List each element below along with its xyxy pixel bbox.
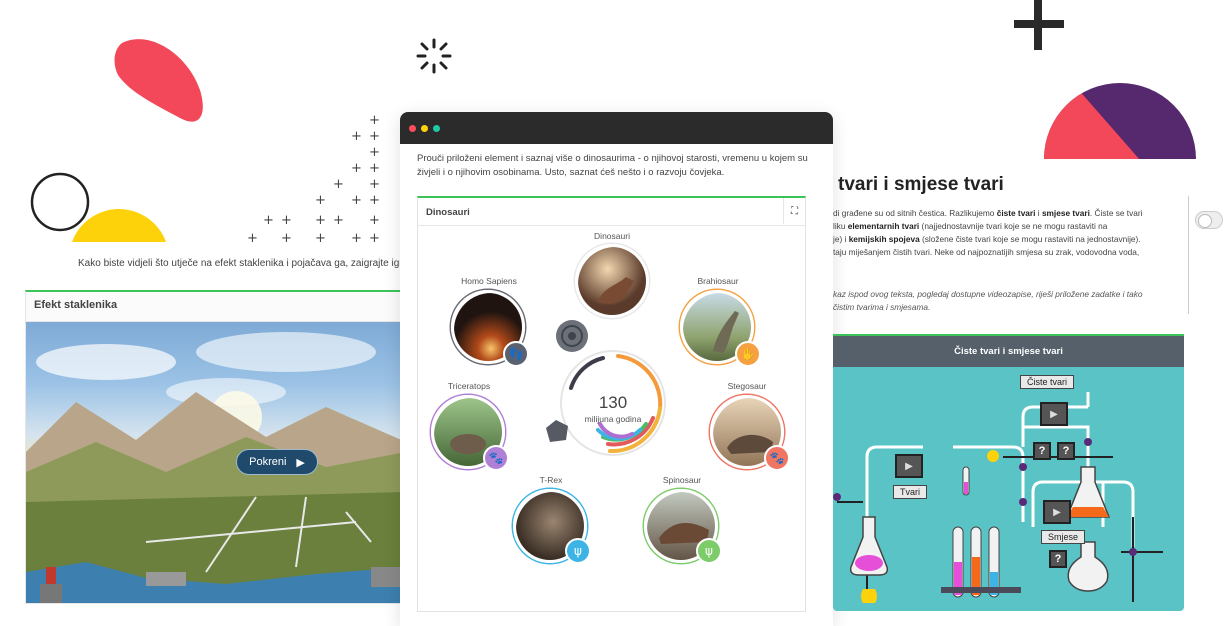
label-brahiosaur: Brahiosaur	[697, 276, 739, 286]
window-titlebar	[400, 112, 833, 144]
section-paragraph: di građene su od sitnih čestica. Razliku…	[833, 207, 1183, 259]
info-toggle[interactable]	[1195, 211, 1223, 229]
text-line: kaz ispod ovog teksta, pogledaj dostupne…	[833, 289, 1143, 299]
timeline-unit: milijuna godina	[584, 414, 642, 424]
section-instructions: kaz ispod ovog teksta, pogledaj dostupne…	[833, 288, 1183, 314]
svg-text:+: +	[333, 213, 344, 228]
dinosaur-card: Dinosauri ⛶ 130 milijuna godina Dinosaur…	[417, 196, 806, 612]
svg-text:+: +	[369, 213, 380, 228]
question-box[interactable]: ?	[1049, 550, 1067, 568]
svg-text:+: +	[247, 231, 258, 246]
paw-print-badge-icon: 🐾	[483, 445, 509, 471]
claw-badge-icon: 🐾	[764, 445, 790, 471]
svg-text:+: +	[315, 231, 326, 246]
dinosaur-intro-text: Prouči priloženi element i saznaj više o…	[417, 153, 808, 178]
svg-text:+: +	[369, 177, 380, 192]
greenhouse-game-scene[interactable]	[26, 322, 404, 603]
svg-text:+: +	[351, 129, 362, 144]
paw-badge-icon: ✋	[735, 341, 761, 367]
greenhouse-card: Efekt staklenika	[25, 290, 405, 604]
svg-text:+: +	[369, 145, 380, 160]
video-ciste-tvari-button[interactable]: ▶	[1040, 402, 1068, 426]
svg-text:+: +	[369, 231, 380, 246]
plus-grid-pattern: + + + + + + + + + + + + + + + + + + + + +	[247, 113, 380, 246]
label-tvari: Tvari	[893, 485, 927, 499]
term-kemijski-spojevi: kemijskih spojeva	[848, 234, 920, 244]
chemistry-title: Čiste tvari i smjese tvari	[833, 334, 1184, 367]
svg-text:+: +	[369, 161, 380, 176]
text-line: čistim tvarima i smjesama.	[833, 302, 931, 312]
text-fragment: (najjednostavnije tvari koje se ne mogu …	[919, 221, 1108, 231]
scroll-divider	[1188, 196, 1189, 314]
svg-text:+: +	[263, 213, 274, 228]
landscape-illustration	[26, 332, 404, 603]
svg-text:+: +	[369, 193, 380, 208]
text-fragment: liku	[833, 221, 848, 231]
svg-text:+: +	[315, 213, 326, 228]
label-smjese: Smjese	[1041, 530, 1086, 544]
fullscreen-icon[interactable]: ⛶	[783, 198, 805, 224]
ammonite-fossil-icon	[556, 320, 588, 352]
svg-text:+: +	[351, 193, 362, 208]
text-fragment: je) i	[833, 234, 849, 244]
svg-text:+: +	[333, 177, 344, 192]
text-fragment: (složene čiste tvari koje se mogu rastav…	[919, 234, 1141, 244]
start-game-button[interactable]: Pokreni ▶	[236, 449, 318, 475]
label-triceratops: Triceratops	[447, 381, 491, 391]
track-badge-icon: ψ	[565, 538, 591, 564]
term-elementarne-tvari: elementarnih tvari	[847, 221, 920, 231]
svg-text:+: +	[351, 231, 362, 246]
left-caption: Kako biste vidjeli što utječe na efekt s…	[78, 258, 424, 269]
question-box[interactable]: ?	[1033, 442, 1051, 460]
svg-text:+: +	[281, 213, 292, 228]
chemistry-interactive: Čiste tvari i smjese tvari ▶ ▶ ▶ Čiste t…	[833, 334, 1184, 611]
sparkle-icon	[416, 38, 452, 74]
dinosauri-photo[interactable]	[575, 244, 649, 318]
label-stegosaur: Stegosaur	[727, 381, 767, 391]
greenhouse-card-title: Efekt staklenika	[26, 292, 404, 322]
lab-apparatus-illustration	[833, 392, 1163, 603]
red-blob-shape	[114, 39, 203, 122]
plus-icon	[1014, 0, 1064, 50]
footprint-badge-icon: 👣	[503, 341, 529, 367]
label-ciste-tvari: Čiste tvari	[1020, 375, 1075, 389]
close-dot-icon[interactable]	[409, 124, 416, 132]
question-box[interactable]: ?	[1057, 442, 1075, 460]
text-line: taju miješanjem čistih tvari. Neke od na…	[833, 247, 1140, 257]
start-game-label: Pokreni	[249, 456, 287, 468]
rock-icon	[546, 420, 568, 442]
minimize-dot-icon[interactable]	[421, 124, 428, 132]
dinosaur-card-title: Dinosauri	[418, 198, 805, 226]
svg-text:+: +	[281, 231, 292, 246]
term-ciste-tvari: čiste tvari	[996, 208, 1036, 218]
term-smjese-tvari: smjese tvari	[1041, 208, 1090, 218]
section-title: tvari i smjese tvari	[838, 174, 1004, 195]
label-spinosaur: Spinosaur	[662, 475, 702, 485]
dinosaur-window: Prouči priloženi element i saznaj više o…	[400, 112, 833, 626]
video-tvari-button[interactable]: ▶	[895, 454, 923, 478]
leaf-track-badge-icon: ψ	[696, 538, 722, 564]
play-icon: ▶	[296, 456, 305, 469]
svg-text:+: +	[315, 193, 326, 208]
label-t-rex: T-Rex	[539, 475, 563, 485]
yellow-half-circle-shape	[30, 172, 166, 242]
half-circle-shape	[1044, 83, 1196, 159]
svg-text:+: +	[369, 113, 380, 128]
svg-text:+: +	[351, 161, 362, 176]
maximize-dot-icon[interactable]	[433, 124, 440, 132]
label-dinosauri: Dinosauri	[594, 231, 630, 241]
timeline-value: 130	[598, 393, 628, 412]
label-homo-sapiens: Homo Sapiens	[461, 276, 517, 286]
video-smjese-button[interactable]: ▶	[1043, 500, 1071, 524]
svg-text:+: +	[369, 129, 380, 144]
text-fragment: . Čiste se tvari	[1089, 208, 1143, 218]
text-fragment: di građene su od sitnih čestica. Razliku…	[833, 208, 997, 218]
